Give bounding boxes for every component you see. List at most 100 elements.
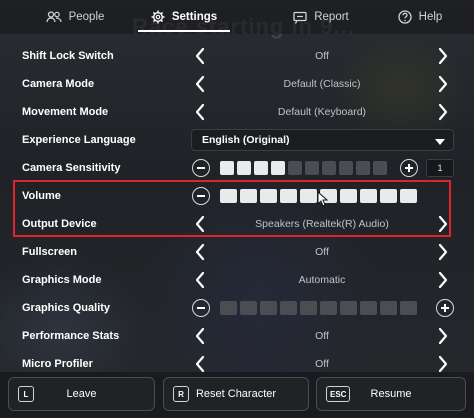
setting-label: Output Device xyxy=(22,218,97,230)
slider-segment[interactable] xyxy=(254,161,268,175)
slider-segment[interactable] xyxy=(220,189,237,203)
plus-button[interactable] xyxy=(400,159,418,177)
chevron-left-icon[interactable] xyxy=(190,324,210,348)
chevron-left-icon[interactable] xyxy=(190,100,210,124)
minus-button[interactable] xyxy=(192,159,210,177)
sensitivity-slider[interactable] xyxy=(220,161,387,175)
slider-segment[interactable] xyxy=(322,161,336,175)
setting-label: Experience Language xyxy=(22,134,136,146)
slider-segment[interactable] xyxy=(220,301,237,315)
tab-bar: People Settings Report Help xyxy=(0,0,474,34)
minus-icon xyxy=(197,167,205,169)
minus-button[interactable] xyxy=(192,299,210,317)
setting-graphics-mode: Graphics Mode Automatic xyxy=(12,267,462,293)
setting-value: Off xyxy=(315,330,329,342)
gear-icon xyxy=(151,10,165,24)
slider-segment[interactable] xyxy=(240,301,257,315)
chevron-right-icon[interactable] xyxy=(433,324,453,348)
tab-report[interactable]: Report xyxy=(260,0,382,34)
tab-report-label: Report xyxy=(314,11,349,23)
slider-segment[interactable] xyxy=(380,301,397,315)
chevron-left-icon[interactable] xyxy=(190,72,210,96)
slider-segment[interactable] xyxy=(280,301,297,315)
dropdown-selected-value: English (Original) xyxy=(202,134,290,146)
slider-segment[interactable] xyxy=(373,161,387,175)
chevron-right-icon[interactable] xyxy=(433,268,453,292)
chevron-right-icon[interactable] xyxy=(433,72,453,96)
setting-performance-stats: Performance Stats Off xyxy=(12,323,462,349)
setting-label: Performance Stats xyxy=(22,330,120,342)
setting-label: Shift Lock Switch xyxy=(22,50,114,62)
setting-value: Default (Keyboard) xyxy=(277,106,367,118)
tab-settings[interactable]: Settings xyxy=(130,0,238,34)
setting-movement-mode: Movement Mode Default (Keyboard) xyxy=(12,99,462,125)
chevron-right-icon[interactable] xyxy=(433,240,453,264)
tab-people-label: People xyxy=(68,11,105,23)
slider-segment[interactable] xyxy=(360,301,377,315)
tab-settings-label: Settings xyxy=(171,11,218,23)
setting-value: Speakers (Realtek(R) Audio) xyxy=(255,218,389,230)
flag-icon xyxy=(293,11,307,24)
slider-segment[interactable] xyxy=(356,161,370,175)
leave-button[interactable]: L Leave xyxy=(8,377,155,411)
slider-segment[interactable] xyxy=(220,161,234,175)
slider-segment[interactable] xyxy=(400,301,417,315)
setting-label: Fullscreen xyxy=(22,246,78,258)
resume-button-label: Resume xyxy=(370,388,412,400)
graphics-quality-slider[interactable] xyxy=(220,301,417,315)
slider-segment[interactable] xyxy=(340,301,357,315)
minus-icon xyxy=(197,307,205,309)
setting-label: Graphics Quality xyxy=(22,302,111,314)
setting-label: Camera Sensitivity xyxy=(22,162,121,174)
chevron-left-icon[interactable] xyxy=(190,240,210,264)
slider-segment[interactable] xyxy=(400,189,417,203)
plus-button[interactable] xyxy=(436,299,454,317)
slider-segment[interactable] xyxy=(360,189,377,203)
sensitivity-input[interactable]: 1 xyxy=(426,159,454,177)
minus-icon xyxy=(197,195,205,197)
tab-people[interactable]: People xyxy=(20,0,130,34)
slider-segment[interactable] xyxy=(237,161,251,175)
chevron-left-icon[interactable] xyxy=(190,44,210,68)
cursor-icon xyxy=(317,190,329,212)
leave-button-label: Leave xyxy=(66,388,97,400)
setting-label: Graphics Mode xyxy=(22,274,102,286)
tab-help[interactable]: Help xyxy=(384,0,456,34)
slider-segment[interactable] xyxy=(300,301,317,315)
chevron-left-icon[interactable] xyxy=(190,212,210,236)
setting-graphics-quality: Graphics Quality xyxy=(12,295,462,321)
slider-segment[interactable] xyxy=(280,189,297,203)
setting-shift-lock: Shift Lock Switch Off xyxy=(12,43,462,69)
setting-value: Automatic xyxy=(298,274,346,286)
setting-label: Micro Profiler xyxy=(22,358,93,370)
chevron-left-icon[interactable] xyxy=(190,268,210,292)
slider-segment[interactable] xyxy=(340,189,357,203)
people-icon xyxy=(45,11,62,23)
setting-value: Off xyxy=(315,358,329,370)
slider-segment[interactable] xyxy=(240,189,257,203)
setting-value: Off xyxy=(315,246,329,258)
slider-segment[interactable] xyxy=(339,161,353,175)
slider-segment[interactable] xyxy=(320,301,337,315)
slider-segment[interactable] xyxy=(380,189,397,203)
slider-segment[interactable] xyxy=(260,189,277,203)
bottom-action-bar: L Leave R Reset Character ESC Resume xyxy=(0,372,474,418)
slider-segment[interactable] xyxy=(271,161,285,175)
resume-button[interactable]: ESC Resume xyxy=(316,377,466,411)
reset-character-button-label: Reset Character xyxy=(195,388,277,400)
chevron-right-icon[interactable] xyxy=(433,44,453,68)
minus-button[interactable] xyxy=(192,187,210,205)
reset-character-button[interactable]: R Reset Character xyxy=(163,377,309,411)
slider-segment[interactable] xyxy=(288,161,302,175)
chevron-right-icon[interactable] xyxy=(433,100,453,124)
language-dropdown[interactable]: English (Original) xyxy=(191,129,454,151)
setting-label: Camera Mode xyxy=(22,78,95,90)
setting-output-device: Output Device Speakers (Realtek(R) Audio… xyxy=(12,211,462,237)
setting-camera-sensitivity: Camera Sensitivity 1 xyxy=(12,155,462,181)
chevron-right-icon[interactable] xyxy=(433,212,453,236)
setting-value: Off xyxy=(315,50,329,62)
slider-segment[interactable] xyxy=(260,301,277,315)
slider-segment[interactable] xyxy=(305,161,319,175)
slider-segment[interactable] xyxy=(300,189,317,203)
setting-fullscreen: Fullscreen Off xyxy=(12,239,462,265)
